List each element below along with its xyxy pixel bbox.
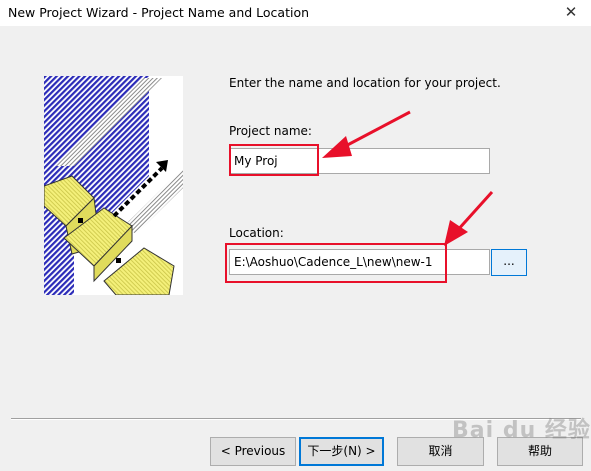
next-button[interactable]: 下一步(N) > [299, 437, 384, 466]
previous-button[interactable]: < Previous [210, 437, 296, 466]
annotation-arrow [322, 110, 494, 246]
watermark: Bai du 经验 [452, 418, 591, 443]
